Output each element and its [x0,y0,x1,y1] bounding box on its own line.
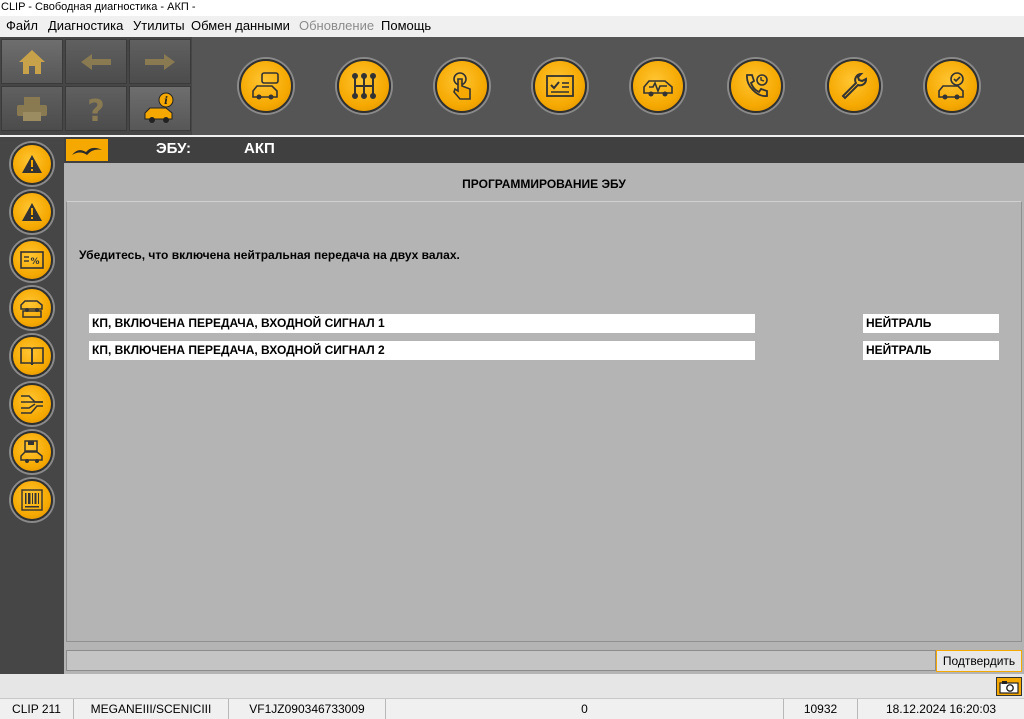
vehicle-check-icon [938,72,964,100]
sidebar-save-car-button[interactable] [11,431,53,473]
sidebar-book-button[interactable] [11,335,53,377]
param-label-2: КП, ВКЛЮЧЕНА ПЕРЕДАЧА, ВХОДНОЙ СИГНАЛ 2 [89,341,755,360]
svg-text:i: i [164,96,168,107]
vehicle-info-button[interactable]: i [129,86,191,131]
diagnostic-car-button[interactable] [631,59,685,113]
forward-arrow-icon [145,53,175,70]
home-button[interactable] [1,39,63,84]
main-panel: ПРОГРАММИРОВАНИЕ ЭБУ Убедитесь, что вклю… [64,163,1024,674]
wrench-icon [841,72,867,100]
back-button[interactable] [65,39,127,84]
vehicle-info-icon: i [144,92,174,123]
wrench-button[interactable] [827,59,881,113]
sidebar-barcode-button[interactable] [11,479,53,521]
screenshot-button[interactable] [996,677,1022,696]
forward-button[interactable] [129,39,191,84]
content-area: Убедитесь, что включена нейтральная пере… [66,201,1022,642]
menu-data-exchange[interactable]: Обмен данными [191,16,290,36]
status-datetime: 18.12.2024 16:20:03 [885,702,997,716]
ecu-value: АКП [244,140,275,157]
sidebar: % [0,137,64,674]
sidebar-warning-button[interactable] [11,143,53,185]
status-tool: CLIP 211 [0,699,74,719]
warning-icon [22,155,42,173]
instruction-text: Убедитесь, что включена нейтральная пере… [79,248,460,262]
checklist-button[interactable] [533,59,587,113]
printer-icon [17,96,47,121]
barcode-icon [21,489,43,511]
menu-update: Обновление [299,18,375,33]
message-field [66,650,936,671]
status-vehicle: MEGANEIII/SCENICIII [74,699,229,719]
param-value-1: НЕЙТРАЛЬ [863,314,999,333]
gearbox-icon [352,73,376,99]
status-vin: VF1JZ090346733009 [229,699,386,719]
home-icon [19,49,45,74]
menu-bar: Файл Диагностика Утилиты Обмен данными О… [0,16,1024,36]
ecu-label: ЭБУ: [156,140,192,157]
sidebar-car-ecu-button[interactable] [11,287,53,329]
touch-test-icon [453,72,471,100]
param-value-2: НЕЙТРАЛЬ [863,341,999,360]
checklist-icon [546,75,574,97]
page-title: ПРОГРАММИРОВАНИЕ ЭБУ [462,177,626,191]
ecu-header: ЭБУ: АКП [64,137,1024,163]
gearbox-button[interactable] [337,59,391,113]
window-title: CLIP - Свободная диагностика - АКП - [0,0,1024,16]
wiring-icon [21,395,43,414]
ecu-logo [66,139,108,161]
save-car-icon [20,440,43,463]
menu-help[interactable]: Помощь [381,16,431,36]
svg-text:%: % [30,257,39,267]
vehicle-message-button[interactable] [239,59,293,113]
param-label-1: КП, ВКЛЮЧЕНА ПЕРЕДАЧА, ВХОДНОЙ СИГНАЛ 1 [89,314,755,333]
tool-strip [0,674,1024,698]
status-counter: 0 [386,699,784,719]
menu-file[interactable]: Файл [6,16,38,36]
sidebar-percent-button[interactable]: % [11,239,53,281]
bird-logo-icon [72,147,102,155]
print-button[interactable] [1,86,63,131]
status-bar: CLIP 211 MEGANEIII/SCENICIII VF1JZ090346… [0,698,1024,719]
warning-icon [22,203,42,221]
sidebar-wiring-button[interactable] [11,383,53,425]
svg-text:?: ? [87,94,104,125]
phone-support-icon [746,74,768,97]
percent-screen-icon: % [20,251,44,269]
confirm-button[interactable]: Подтвердить [936,650,1022,672]
vehicle-check-button[interactable] [925,59,979,113]
help-question-icon: ? [87,94,104,125]
menu-utilities[interactable]: Утилиты [133,16,185,36]
status-code: 10932 [784,699,858,719]
phone-support-button[interactable] [729,59,783,113]
help-button[interactable]: ? [65,86,127,131]
touch-test-button[interactable] [435,59,489,113]
diagnostic-car-icon [643,80,673,97]
toolbar: ? i [0,37,1024,135]
sidebar-warning-button-2[interactable] [11,191,53,233]
book-icon [20,347,44,366]
back-arrow-icon [81,53,111,70]
car-ecu-icon [20,300,43,318]
main-toolbar-panel [192,37,1024,135]
camera-icon [999,680,1019,694]
vehicle-message-icon [252,72,279,100]
menu-diagnostics[interactable]: Диагностика [48,16,123,36]
